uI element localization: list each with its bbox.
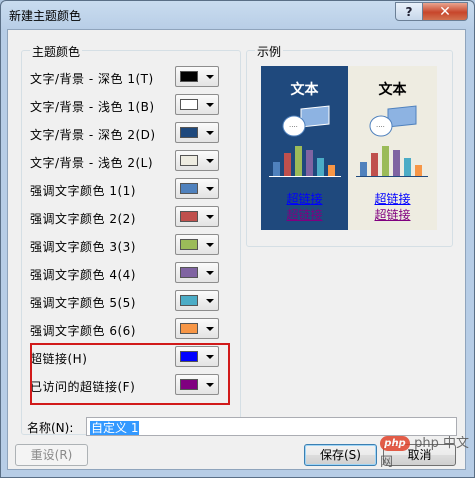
dropdown-arrow-icon: [206, 327, 214, 331]
dropdown-arrow-icon: [206, 75, 214, 79]
preview-sample: 文本 ···· 超链接 超链接 文本 ···· 超链接 超链接: [261, 66, 437, 230]
color-row: 强调文字颜色 4(4): [30, 262, 225, 284]
help-icon: ?: [405, 4, 413, 19]
preview-bar: [415, 165, 422, 176]
dropdown-arrow-icon: [206, 215, 214, 219]
name-label: 名称(N):: [27, 421, 74, 435]
php-logo-icon: php: [380, 436, 410, 451]
reset-button[interactable]: 重设(R): [15, 444, 88, 466]
color-row-label: 强调文字颜色 2(2): [30, 212, 136, 226]
preview-title: 示例: [255, 43, 284, 60]
color-picker-button[interactable]: [175, 150, 219, 171]
color-swatch: [180, 183, 198, 194]
preview-light-visited: 超链接: [374, 208, 411, 222]
dropdown-arrow-icon: [206, 103, 214, 107]
color-row-label: 文字/背景 - 深色 2(D): [30, 128, 156, 142]
preview-bar: [284, 153, 291, 176]
color-row-label: 文字/背景 - 浅色 1(B): [30, 100, 155, 114]
preview-bar: [371, 153, 378, 176]
color-row: 强调文字颜色 1(1): [30, 178, 225, 200]
color-picker-button[interactable]: [175, 290, 219, 311]
window-title: 新建主题颜色: [9, 9, 82, 23]
color-picker-button[interactable]: [175, 66, 219, 87]
preview-dark-visited: 超链接: [286, 208, 323, 222]
watermark: php php 中文网: [380, 432, 475, 470]
preview-dark-baseline: [269, 176, 341, 177]
preview-bar: [295, 146, 302, 176]
preview-shapes-icon: ····: [282, 105, 330, 137]
color-swatch: [180, 127, 198, 138]
color-row-label: 强调文字颜色 6(6): [30, 324, 136, 338]
color-swatch: [180, 295, 198, 306]
color-row-label: 强调文字颜色 3(3): [30, 240, 136, 254]
svg-text:····: ····: [289, 123, 298, 131]
color-row-label: 强调文字颜色 5(5): [30, 296, 136, 310]
dropdown-arrow-icon: [206, 131, 214, 135]
preview-dark-chart: [271, 146, 339, 176]
color-row: 文字/背景 - 浅色 2(L): [30, 150, 225, 172]
color-swatch: [180, 155, 198, 166]
dropdown-arrow-icon: [206, 299, 214, 303]
preview-dark-panel: 文本 ···· 超链接 超链接: [261, 66, 348, 230]
preview-bar: [273, 162, 280, 176]
color-row-label: 文字/背景 - 浅色 2(L): [30, 156, 154, 170]
preview-dark-text: 文本: [290, 82, 319, 98]
preview-light-text: 文本: [378, 82, 407, 98]
preview-bar: [328, 165, 335, 176]
preview-shapes-icon: ····: [369, 105, 417, 137]
preview-light-baseline: [356, 176, 428, 177]
color-picker-button[interactable]: [175, 178, 219, 199]
color-picker-button[interactable]: [175, 206, 219, 227]
color-picker-button[interactable]: [175, 262, 219, 283]
color-picker-button[interactable]: [175, 234, 219, 255]
title-bar: 新建主题颜色 ? ✕: [1, 1, 475, 31]
color-row-label: 强调文字颜色 1(1): [30, 184, 136, 198]
color-swatch: [180, 267, 198, 278]
preview-bar: [306, 150, 313, 176]
save-button[interactable]: 保存(S): [304, 444, 377, 466]
color-row: 强调文字颜色 6(6): [30, 318, 225, 340]
name-value: 自定义 1: [90, 421, 140, 435]
color-picker-button[interactable]: [175, 122, 219, 143]
preview-light-chart: [358, 146, 426, 176]
color-picker-button[interactable]: [175, 94, 219, 115]
preview-bar: [382, 146, 389, 176]
color-row: 强调文字颜色 3(3): [30, 234, 225, 256]
color-swatch: [180, 239, 198, 250]
color-row: 文字/背景 - 深色 2(D): [30, 122, 225, 144]
dropdown-arrow-icon: [206, 187, 214, 191]
preview-light-hyperlink: 超链接: [374, 192, 411, 206]
color-picker-button[interactable]: [175, 318, 219, 339]
dropdown-arrow-icon: [206, 271, 214, 275]
dropdown-arrow-icon: [206, 243, 214, 247]
color-row: 文字/背景 - 深色 1(T): [30, 66, 225, 88]
preview-bar: [393, 150, 400, 176]
preview-light-panel: 文本 ···· 超链接 超链接: [348, 66, 437, 230]
color-swatch: [180, 323, 198, 334]
hyperlink-highlight-box: [30, 343, 230, 405]
close-button[interactable]: ✕: [422, 2, 468, 21]
preview-bar: [317, 158, 324, 176]
preview-bar: [360, 162, 367, 176]
color-row-label: 文字/背景 - 深色 1(T): [30, 72, 154, 86]
svg-text:····: ····: [376, 123, 385, 131]
close-icon: ✕: [439, 3, 451, 20]
color-row: 强调文字颜色 2(2): [30, 206, 225, 228]
color-row: 文字/背景 - 浅色 1(B): [30, 94, 225, 116]
help-button[interactable]: ?: [395, 2, 423, 21]
color-swatch: [180, 71, 198, 82]
preview-dark-hyperlink: 超链接: [286, 192, 323, 206]
dropdown-arrow-icon: [206, 159, 214, 163]
preview-bar: [404, 158, 411, 176]
color-swatch: [180, 211, 198, 222]
color-swatch: [180, 99, 198, 110]
color-row-label: 强调文字颜色 4(4): [30, 268, 136, 282]
theme-colors-title: 主题颜色: [30, 43, 83, 60]
color-row: 强调文字颜色 5(5): [30, 290, 225, 312]
